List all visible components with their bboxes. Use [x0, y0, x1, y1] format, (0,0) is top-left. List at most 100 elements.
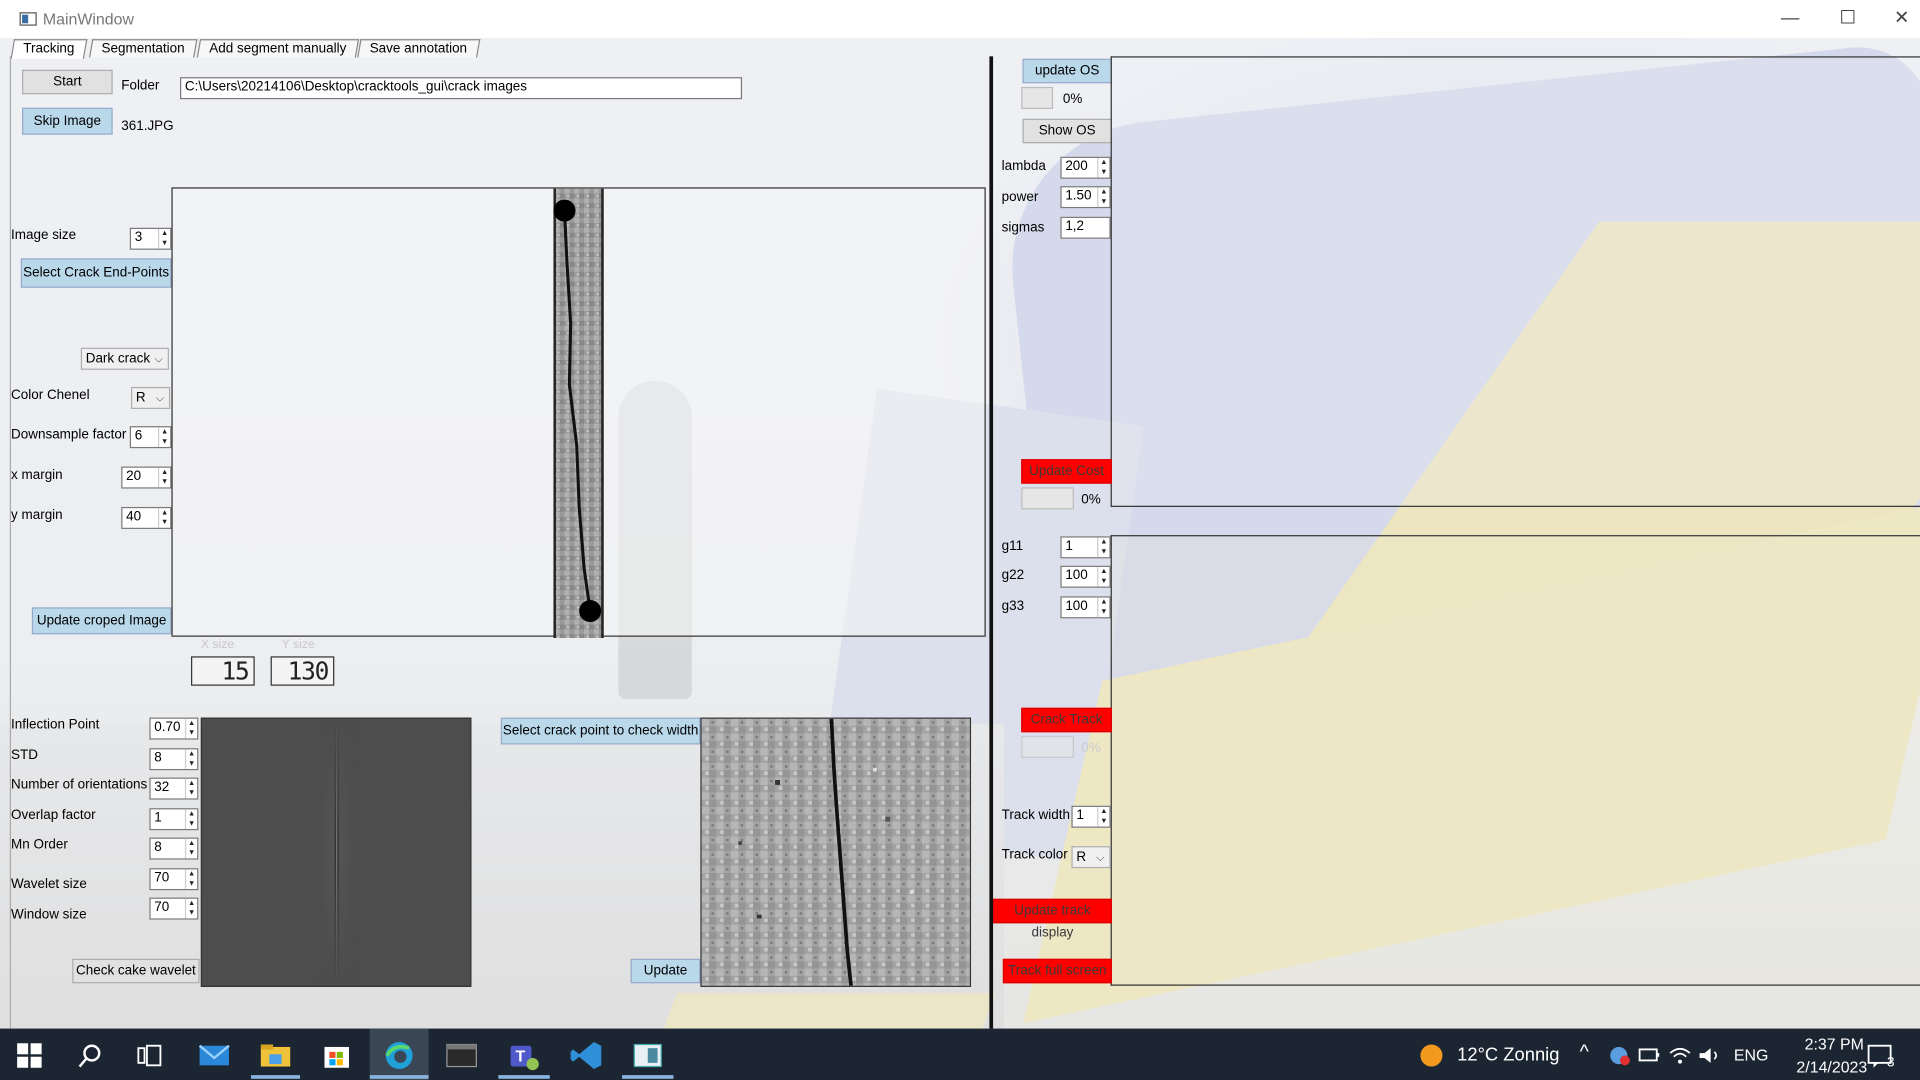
update-track-display-button[interactable]: Update track display [993, 898, 1112, 940]
language-indicator[interactable]: ENG [1734, 1046, 1768, 1064]
volume-icon[interactable] [1697, 1044, 1721, 1066]
tab-save-annotation[interactable]: Save annotation [357, 39, 480, 58]
spin-arrows-icon[interactable]: ▲ ▼ [184, 898, 197, 919]
weather-sun-icon[interactable] [1418, 1042, 1445, 1069]
track-width-label: Track width [1001, 808, 1071, 823]
filename-label: 361.JPG [121, 118, 174, 134]
update-os-button[interactable]: update OS [1022, 58, 1112, 84]
cropped-image-view[interactable] [171, 187, 986, 638]
task-view-icon[interactable] [135, 1041, 164, 1070]
title-bar: MainWindow — ☐ ✕ [0, 0, 1920, 38]
downsample-spinbox[interactable]: 6 ▲ ▼ [129, 426, 172, 449]
update-cropped-image-button[interactable]: Update croped Image [31, 607, 172, 635]
spin-arrows-icon[interactable]: ▲ ▼ [1097, 566, 1109, 587]
spin-arrows-icon[interactable]: ▲ ▼ [1097, 806, 1109, 827]
power-spinbox[interactable]: 1.50 ▲ ▼ [1060, 186, 1111, 209]
window-size-value: 70 [154, 900, 170, 915]
show-os-button[interactable]: Show OS [1022, 118, 1112, 144]
mn-order-spinbox[interactable]: 8 ▲ ▼ [149, 837, 199, 860]
window-size-spinbox[interactable]: 70 ▲ ▼ [149, 897, 199, 920]
tab-tracking[interactable]: Tracking [10, 39, 88, 59]
color-channel-select[interactable]: R ⌵ [131, 386, 171, 409]
battery-icon[interactable] [1638, 1047, 1660, 1064]
crack-track-button[interactable]: Crack Track [1021, 707, 1112, 733]
crack-width-preview[interactable] [700, 717, 972, 987]
wallpaper-yellow-strip [645, 993, 996, 1029]
chevron-up-icon[interactable]: ^ [1580, 1042, 1589, 1064]
security-icon[interactable] [1608, 1044, 1632, 1066]
spin-arrows-icon[interactable]: ▲ ▼ [1097, 537, 1109, 558]
track-full-screen-button[interactable]: Track full screen [1002, 958, 1112, 984]
spin-arrows-icon[interactable]: ▲ ▼ [1097, 597, 1109, 618]
minimize-button[interactable]: — [1768, 5, 1812, 32]
image-size-value: 3 [134, 230, 143, 245]
g33-spinbox[interactable]: 100 ▲ ▼ [1060, 596, 1111, 619]
track-width-spinbox[interactable]: 1 ▲ ▼ [1071, 805, 1111, 828]
crack-type-value: Dark crack [85, 351, 151, 367]
lambda-spinbox[interactable]: 200 ▲ ▼ [1060, 156, 1111, 179]
chevron-down-icon: ⌵ [1096, 851, 1105, 864]
select-crack-endpoints-button[interactable]: Select Crack End-Points [20, 258, 172, 288]
spin-arrows-icon[interactable]: ▲ ▼ [184, 749, 197, 769]
std-spinbox[interactable]: 8 ▲ ▼ [149, 748, 199, 771]
spin-arrows-icon[interactable]: ▲ ▼ [184, 778, 197, 799]
wavelet-size-spinbox[interactable]: 70 ▲ ▼ [149, 868, 199, 891]
file-explorer-active-indicator [251, 1075, 301, 1079]
start-button[interactable]: Start [22, 69, 113, 95]
wifi-icon[interactable] [1668, 1044, 1692, 1066]
check-cake-wavelet-button[interactable]: Check cake wavelet [72, 958, 200, 984]
terminal-icon[interactable] [446, 1041, 478, 1070]
overlap-spinbox[interactable]: 1 ▲ ▼ [149, 808, 199, 831]
skip-image-button[interactable]: Skip Image [22, 107, 113, 135]
spin-arrows-icon[interactable]: ▲ ▼ [157, 467, 170, 488]
spin-arrows-icon[interactable]: ▲ ▼ [184, 718, 197, 739]
vscode-icon[interactable] [569, 1040, 603, 1072]
spin-arrows-icon[interactable]: ▲ ▼ [157, 228, 170, 249]
color-channel-value: R [135, 390, 146, 406]
cost-progress-text: 0% [1081, 492, 1101, 507]
orientations-label: Number of orientations [11, 777, 148, 793]
g11-spinbox[interactable]: 1 ▲ ▼ [1060, 536, 1111, 559]
folder-path-input[interactable]: C:\Users\20214106\Desktop\cracktools_gui… [180, 77, 743, 100]
close-button[interactable]: ✕ [1883, 5, 1920, 32]
window-size-label: Window size [11, 907, 87, 923]
y-margin-spinbox[interactable]: 40 ▲ ▼ [121, 506, 172, 529]
select-crack-point-button[interactable]: Select crack point to check width [500, 717, 701, 745]
update-cost-button[interactable]: Update Cost [1021, 459, 1112, 484]
x-size-caption: X size [200, 637, 235, 652]
store-icon[interactable] [321, 1040, 353, 1072]
tab-add-segment[interactable]: Add segment manually [196, 39, 360, 58]
mn-order-value: 8 [154, 840, 162, 855]
teams-active-indicator [498, 1075, 550, 1079]
spin-arrows-icon[interactable]: ▲ ▼ [1097, 187, 1109, 207]
weather-text[interactable]: 12°C Zonnig [1457, 1044, 1559, 1065]
inflection-spinbox[interactable]: 0.70 ▲ ▼ [149, 717, 199, 740]
crack-type-select[interactable]: Dark crack ⌵ [80, 347, 169, 370]
windows-start-icon[interactable] [15, 1041, 44, 1070]
maximize-button[interactable]: ☐ [1826, 5, 1870, 32]
edge-browser-icon[interactable] [382, 1038, 416, 1072]
g22-spinbox[interactable]: 100 ▲ ▼ [1060, 565, 1111, 588]
mail-icon[interactable] [197, 1040, 231, 1072]
track-image-view[interactable] [1110, 535, 1920, 986]
g33-label: g33 [1001, 598, 1025, 614]
spin-arrows-icon[interactable]: ▲ ▼ [1097, 157, 1109, 178]
spin-arrows-icon[interactable]: ▲ ▼ [184, 869, 197, 889]
image-size-spinbox[interactable]: 3 ▲ ▼ [129, 227, 172, 250]
track-color-select[interactable]: R ⌵ [1071, 846, 1111, 869]
spin-arrows-icon[interactable]: ▲ ▼ [184, 838, 197, 859]
sigmas-input[interactable]: 1,2 [1060, 216, 1111, 239]
tab-segmentation[interactable]: Segmentation [88, 39, 198, 58]
x-margin-spinbox[interactable]: 20 ▲ ▼ [121, 466, 172, 489]
teams-icon[interactable]: T [507, 1040, 541, 1072]
spin-arrows-icon[interactable]: ▲ ▼ [157, 508, 170, 528]
spin-arrows-icon[interactable]: ▲ ▼ [184, 809, 197, 829]
search-icon[interactable] [76, 1041, 105, 1070]
spin-arrows-icon[interactable]: ▲ ▼ [157, 427, 170, 447]
std-label: STD [11, 748, 38, 763]
os-image-view[interactable] [1110, 56, 1920, 507]
update-width-button[interactable]: Update [630, 958, 701, 984]
orientations-spinbox[interactable]: 32 ▲ ▼ [149, 777, 199, 800]
file-explorer-icon[interactable] [258, 1040, 292, 1072]
python-app-icon[interactable] [632, 1040, 664, 1072]
